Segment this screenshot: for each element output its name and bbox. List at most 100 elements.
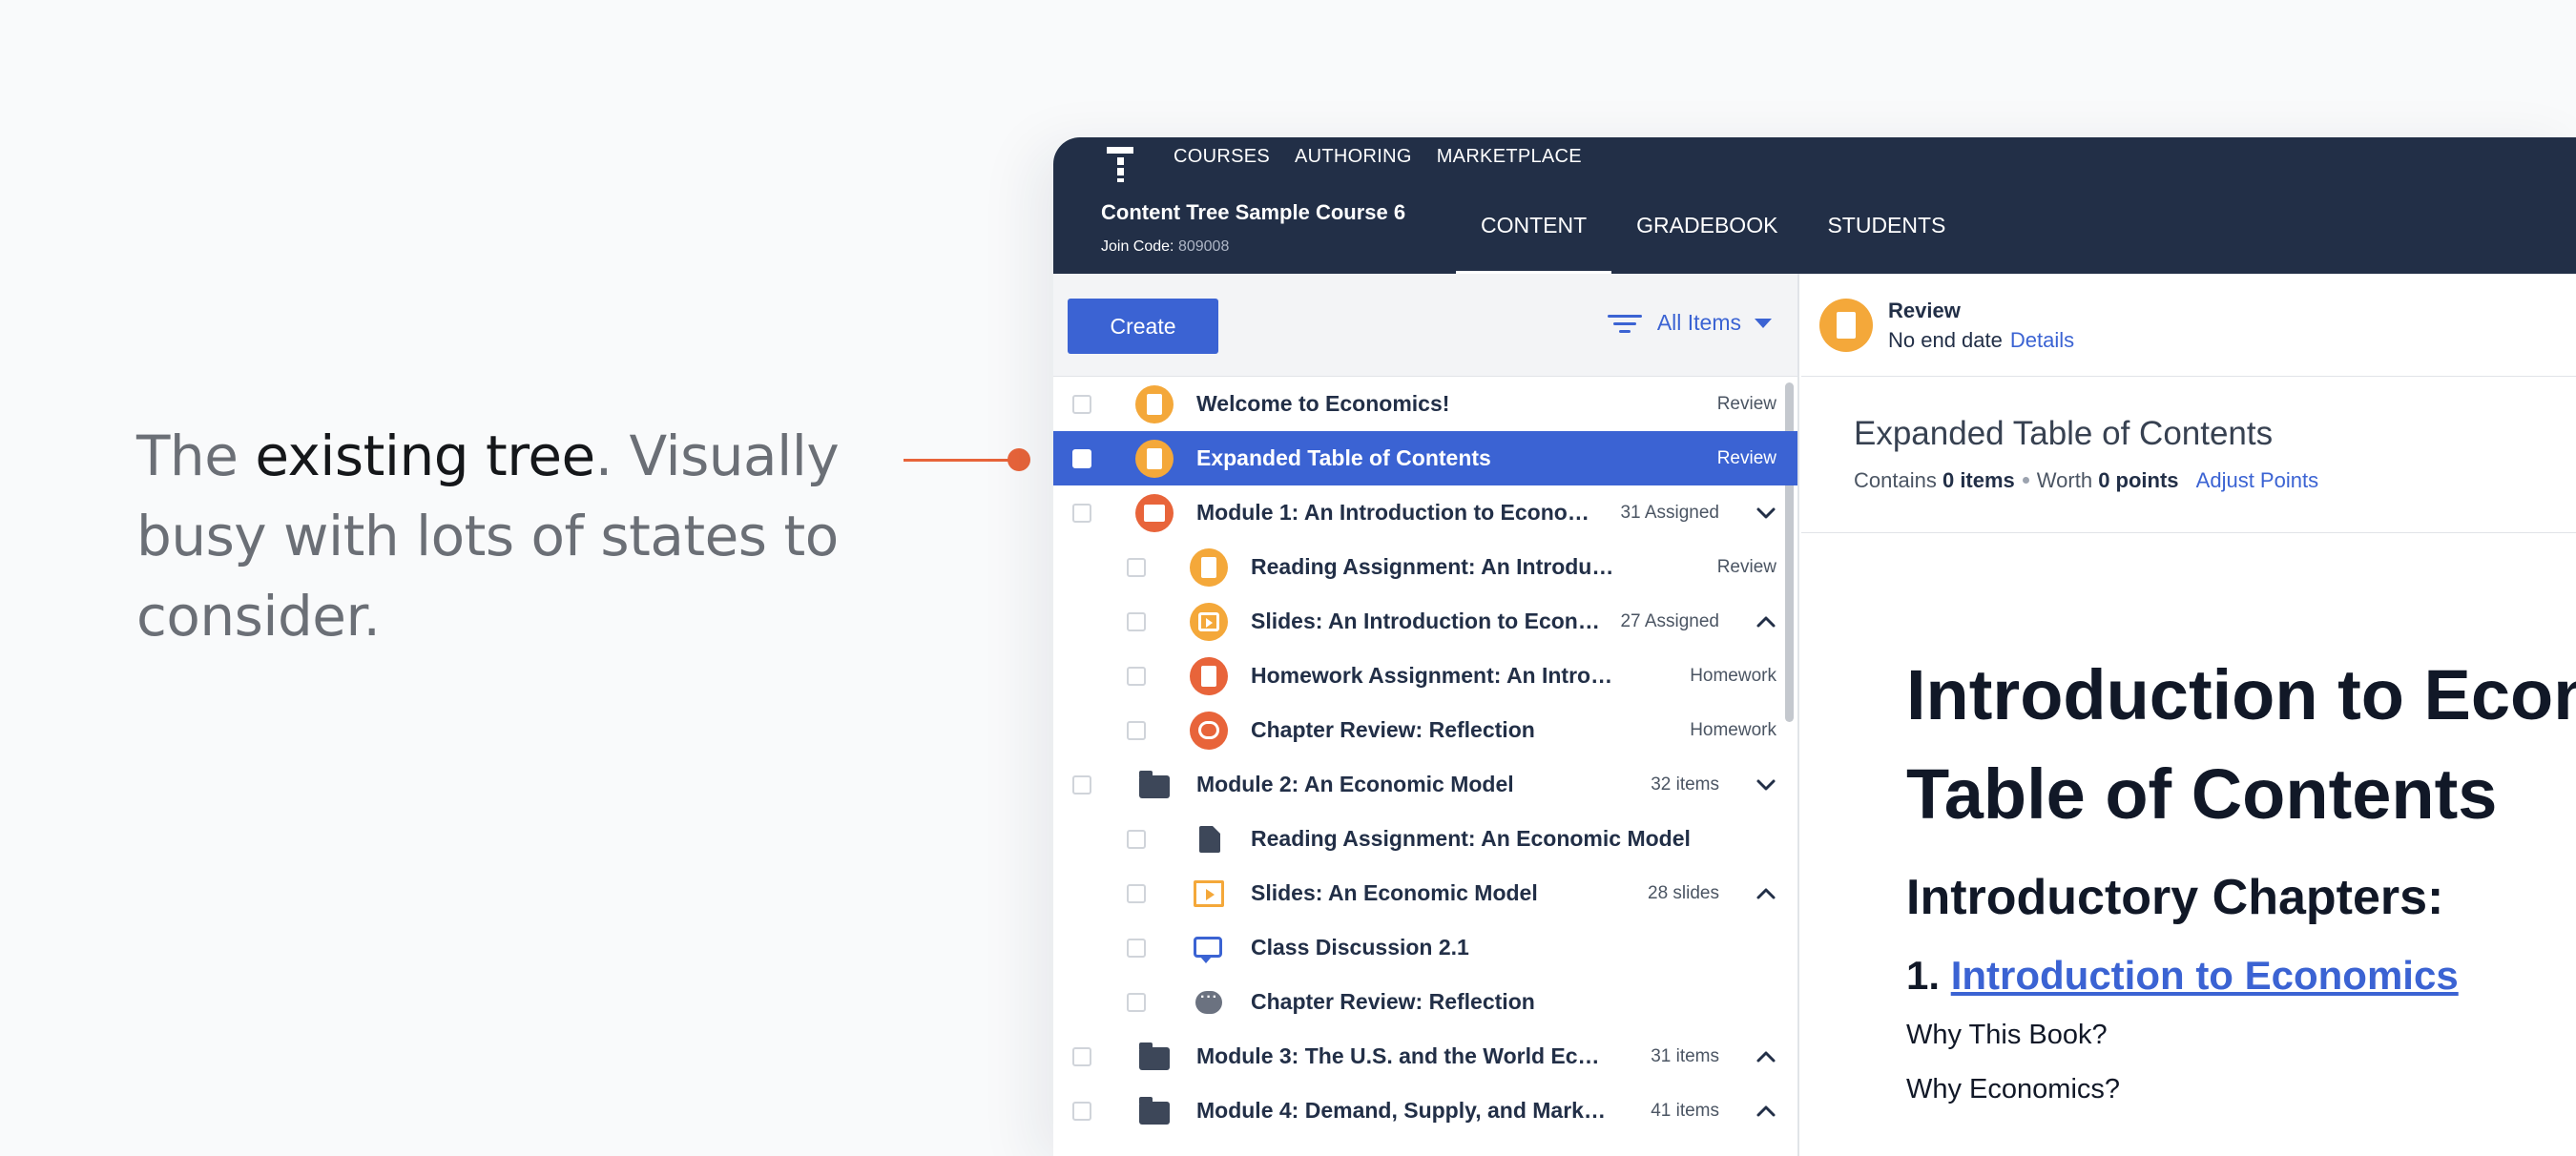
row-checkbox[interactable] [1072, 395, 1091, 414]
chevron-up-icon[interactable] [1755, 1101, 1776, 1122]
details-link[interactable]: Details [2010, 328, 2074, 352]
tree-row[interactable]: Welcome to Economics! Review [1053, 377, 1797, 431]
row-checkbox[interactable] [1127, 558, 1146, 577]
tree-row-meta: 31 items [1651, 1046, 1719, 1066]
tree-row-meta: 32 items [1651, 774, 1719, 795]
tree-row[interactable]: Reading Assignment: An Economic Model [1053, 812, 1797, 866]
annotation-emphasis: existing tree [255, 423, 595, 488]
detail-panel: Review No end date Details Expanded Table… [1801, 274, 2576, 1156]
chapter-number: 1. [1906, 953, 1941, 998]
tree-row-label: Reading Assignment: An Introduction to E… [1251, 554, 1626, 579]
tree-row-label: Class Discussion 2.1 [1251, 935, 1469, 960]
contains-label: Contains [1854, 468, 1937, 492]
annotation-connector-dot [1008, 448, 1030, 471]
document-subheading: Introductory Chapters: [1906, 870, 2444, 925]
review-doc-icon [1135, 385, 1174, 423]
row-checkbox[interactable] [1127, 884, 1146, 903]
row-checkbox[interactable] [1127, 612, 1146, 631]
row-checkbox[interactable] [1127, 721, 1146, 740]
tree-row[interactable]: Module 4: Demand, Supply, and Markets 41 … [1053, 1084, 1797, 1138]
join-code-value: 809008 [1177, 238, 1230, 255]
tree-row-label: Slides: An Economic Model [1251, 880, 1538, 905]
app-window: COURSES AUTHORING MARKETPLACE Content Tr… [1053, 137, 2576, 1156]
tree-row[interactable]: Slides: An Introduction to Econo… 27 Assi… [1053, 594, 1797, 649]
tab-gradebook[interactable]: GRADEBOOK [1611, 208, 1802, 274]
item-title: Expanded Table of Contents [1854, 415, 2274, 452]
tree-row-meta: 27 Assigned [1620, 611, 1719, 631]
nav-link-marketplace[interactable]: MARKETPLACE [1437, 146, 1582, 168]
chevron-up-icon[interactable] [1755, 611, 1776, 632]
row-checkbox[interactable] [1072, 1047, 1091, 1066]
tree-row-meta: Review [1716, 394, 1776, 414]
chat-bubble-icon [1190, 983, 1228, 1022]
join-code-label: Join Code: [1101, 238, 1174, 255]
document-heading: Introduction to Economics Table of Conte… [1906, 646, 2576, 844]
row-checkbox[interactable] [1072, 775, 1091, 795]
tree-row[interactable]: Reading Assignment: An Introduction to E… [1053, 540, 1797, 594]
row-checkbox[interactable] [1127, 939, 1146, 958]
top-navigation-bar: COURSES AUTHORING MARKETPLACE Content Tr… [1053, 137, 2576, 274]
row-checkbox[interactable] [1127, 667, 1146, 686]
row-checkbox[interactable] [1127, 830, 1146, 849]
chevron-down-icon[interactable] [1755, 774, 1776, 795]
content-tree-panel: Create All Items Welcome to Economics! Re… [1053, 274, 1799, 1156]
slides-icon [1190, 603, 1228, 641]
brand-logo-icon[interactable] [1107, 143, 1133, 182]
chapter-link[interactable]: Introduction to Economics [1951, 953, 2459, 998]
row-checkbox[interactable] [1072, 504, 1091, 523]
tree-row[interactable]: Expanded Table of Contents Review [1053, 431, 1797, 485]
worth-label: Worth [2036, 468, 2093, 492]
tree-row-label: Reading Assignment: An Economic Model [1251, 826, 1691, 851]
nav-link-authoring[interactable]: AUTHORING [1295, 146, 1412, 168]
tree-row-label: Homework Assignment: An Introductio… [1251, 663, 1626, 688]
tree-row-meta: 31 Assigned [1620, 503, 1719, 523]
document-paragraph: Why Economics? [1906, 1074, 2121, 1104]
review-bar: Review No end date Details [1801, 274, 2576, 377]
filter-label: All Items [1656, 310, 1741, 335]
folder-icon [1135, 1038, 1174, 1076]
tree-row-label: Chapter Review: Reflection [1251, 717, 1535, 742]
end-date-text: No end date [1888, 328, 2003, 352]
separator-dot [2022, 477, 2029, 484]
top-links: COURSES AUTHORING MARKETPLACE [1174, 146, 1582, 168]
document-icon [1190, 820, 1228, 858]
tree-row[interactable]: Chapter Review: Reflection Homework [1053, 703, 1797, 757]
tree-row-meta: Homework [1690, 666, 1776, 686]
annotation-text-start: The [136, 423, 256, 488]
tree-row[interactable]: Chapter Review: Reflection [1053, 975, 1797, 1029]
review-doc-icon [1135, 440, 1174, 478]
points-value: 0 points [2098, 468, 2179, 492]
tree-row[interactable]: Slides: An Economic Model 28 slides [1053, 866, 1797, 920]
homework-doc-icon [1190, 657, 1228, 695]
course-title: Content Tree Sample Course 6 [1101, 200, 1406, 224]
chevron-up-icon[interactable] [1755, 1046, 1776, 1067]
nav-link-courses[interactable]: COURSES [1174, 146, 1270, 168]
tab-students[interactable]: STUDENTS [1802, 208, 1970, 274]
filter-dropdown[interactable]: All Items [1607, 310, 1772, 336]
tree-row[interactable]: Module 3: The U.S. and the World Economy… [1053, 1029, 1797, 1084]
item-meta: Contains 0 items Worth 0 points Adjust Po… [1854, 468, 2318, 493]
tab-content[interactable]: CONTENT [1456, 208, 1612, 274]
tree-row[interactable]: Class Discussion 2.1 [1053, 920, 1797, 975]
join-code: Join Code: 809008 [1101, 238, 1229, 256]
annotation-caption: The existing tree. Visually busy with lo… [136, 416, 900, 656]
adjust-points-link[interactable]: Adjust Points [2196, 468, 2318, 492]
row-checkbox[interactable] [1072, 449, 1091, 468]
filter-icon [1607, 311, 1642, 336]
chevron-down-icon[interactable] [1755, 503, 1776, 524]
tree-row[interactable]: Module 1: An Introduction to Economi… 31 … [1053, 485, 1797, 540]
tree-row[interactable]: Homework Assignment: An Introductio… Home… [1053, 649, 1797, 703]
tree-row[interactable]: Module 2: An Economic Model 32 items [1053, 757, 1797, 812]
create-button[interactable]: Create [1068, 299, 1218, 354]
tree-row-label: Module 2: An Economic Model [1196, 772, 1514, 796]
annotation-connector-line [904, 459, 1016, 462]
tree-list: Welcome to Economics! Review Expanded Tabl… [1053, 377, 1797, 1138]
chat-bubble-icon [1190, 712, 1228, 750]
main-tabs: CONTENT GRADEBOOK STUDENTS [1456, 208, 1970, 274]
module-folder-icon [1135, 494, 1174, 532]
review-title: Review [1888, 299, 1961, 322]
chevron-up-icon[interactable] [1755, 883, 1776, 904]
row-checkbox[interactable] [1127, 993, 1146, 1012]
row-checkbox[interactable] [1072, 1102, 1091, 1121]
item-header: Expanded Table of Contents Contains 0 it… [1801, 377, 2576, 533]
